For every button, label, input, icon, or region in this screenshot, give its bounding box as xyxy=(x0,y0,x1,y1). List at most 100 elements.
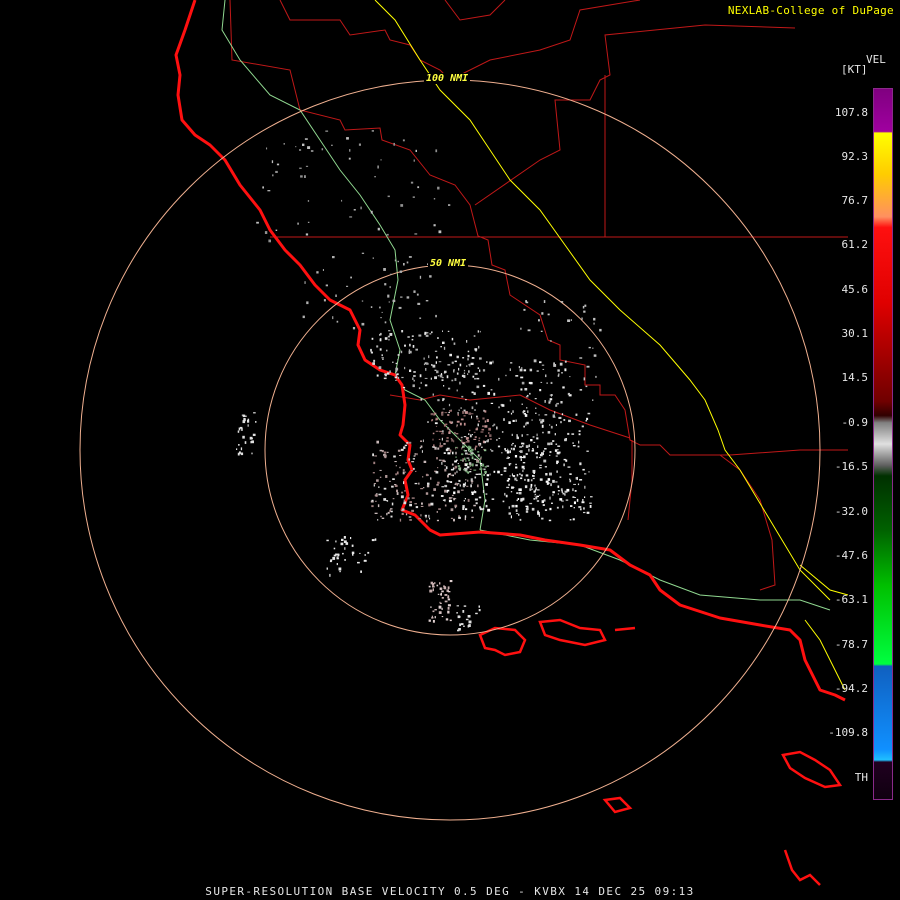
echo-pixel xyxy=(430,606,432,608)
echo-pixel xyxy=(470,448,474,451)
echo-pixel xyxy=(268,239,271,243)
echo-pixel xyxy=(456,612,458,614)
echo-pixel xyxy=(522,497,525,501)
echo-pixel xyxy=(557,445,561,447)
echo-pixel xyxy=(388,301,390,303)
echo-pixel xyxy=(465,618,469,621)
echo-pixel xyxy=(342,552,344,555)
echo-pixel xyxy=(484,449,487,452)
legend-tick: 76.7 xyxy=(841,194,869,207)
echo-pixel xyxy=(437,481,440,484)
echo-pixel xyxy=(380,317,382,319)
echo-pixel xyxy=(569,376,571,378)
echo-pixel xyxy=(453,491,456,495)
echo-pixel xyxy=(493,392,496,396)
echo-pixel xyxy=(411,338,414,341)
echo-pixel xyxy=(378,486,380,488)
echo-pixel xyxy=(449,353,452,357)
echo-pixel xyxy=(448,497,452,500)
echo-pixel xyxy=(417,186,420,189)
echo-pixel xyxy=(435,419,437,421)
echo-pixel xyxy=(595,375,597,378)
echo-pixel xyxy=(547,442,551,446)
ring-label-100: 100 NMI xyxy=(424,73,471,84)
echo-pixel xyxy=(428,585,431,588)
echo-pixel xyxy=(297,222,299,225)
echo-pixel xyxy=(252,433,256,436)
echo-pixel xyxy=(404,490,406,492)
echo-pixel xyxy=(429,275,432,278)
echo-pixel xyxy=(523,425,525,428)
echo-pixel xyxy=(432,438,434,441)
echo-pixel xyxy=(555,424,557,426)
echo-pixel xyxy=(508,463,512,465)
echo-pixel xyxy=(384,283,387,286)
echo-pixel xyxy=(512,447,515,451)
echo-pixel xyxy=(547,431,551,434)
echo-pixel xyxy=(450,517,453,519)
echo-pixel xyxy=(478,462,480,464)
echo-pixel xyxy=(401,508,405,511)
echo-pixel xyxy=(370,306,373,308)
echo-pixel xyxy=(484,470,487,474)
echo-pixel xyxy=(372,362,375,365)
echo-pixel xyxy=(470,454,473,456)
echo-pixel xyxy=(427,421,429,423)
echo-pixel xyxy=(300,175,303,178)
echo-pixel xyxy=(321,148,324,151)
echo-pixel xyxy=(399,518,402,522)
echo-pixel xyxy=(505,494,508,498)
echo-pixel xyxy=(454,360,457,363)
echo-pixel xyxy=(530,479,533,482)
echo-pixel xyxy=(456,424,458,428)
echo-pixel xyxy=(511,504,515,508)
echo-pixel xyxy=(404,344,406,347)
echo-pixel xyxy=(251,452,253,455)
echo-pixel xyxy=(413,467,415,470)
echo-pixel xyxy=(421,450,423,453)
echo-pixel xyxy=(490,448,492,451)
echo-pixel xyxy=(379,348,382,351)
echo-pixel xyxy=(469,429,471,432)
echo-pixel xyxy=(473,438,477,440)
legend-tick: TH xyxy=(854,771,868,784)
echo-pixel xyxy=(244,441,247,444)
echo-pixel xyxy=(498,377,500,381)
echo-pixel xyxy=(431,364,433,366)
echo-pixel xyxy=(406,261,409,264)
echo-pixel xyxy=(539,361,542,364)
echo-pixel xyxy=(559,362,563,366)
echo-pixel xyxy=(400,350,403,354)
echo-pixel xyxy=(448,431,451,434)
echo-pixel xyxy=(375,500,377,502)
echo-pixel xyxy=(367,551,370,554)
echo-pixel xyxy=(461,453,464,456)
echo-pixel xyxy=(436,457,438,460)
echo-pixel xyxy=(247,419,250,423)
echo-pixel xyxy=(497,445,501,448)
echo-pixel xyxy=(335,540,337,543)
echo-pixel xyxy=(566,488,570,492)
echo-pixel xyxy=(253,412,256,414)
echo-pixel xyxy=(592,399,594,401)
echo-pixel xyxy=(477,330,479,333)
echo-pixel xyxy=(389,480,391,482)
echo-pixel xyxy=(475,502,478,505)
echo-pixel xyxy=(493,470,496,473)
echo-pixel xyxy=(567,319,571,322)
echo-pixel xyxy=(570,319,572,321)
echo-pixel xyxy=(544,400,546,403)
echo-pixel xyxy=(360,206,362,210)
echo-pixel xyxy=(444,600,448,603)
echo-pixel xyxy=(541,500,544,504)
echo-pixel xyxy=(451,361,454,364)
echo-pixel xyxy=(512,419,515,422)
echo-pixel xyxy=(376,345,379,348)
echo-pixel xyxy=(444,468,447,472)
echo-pixel xyxy=(351,544,354,547)
legend-tick: -63.1 xyxy=(834,593,868,606)
echo-pixel xyxy=(519,488,522,492)
echo-pixel xyxy=(453,518,455,522)
echo-pixel xyxy=(535,412,537,414)
echo-pixel xyxy=(400,204,404,207)
